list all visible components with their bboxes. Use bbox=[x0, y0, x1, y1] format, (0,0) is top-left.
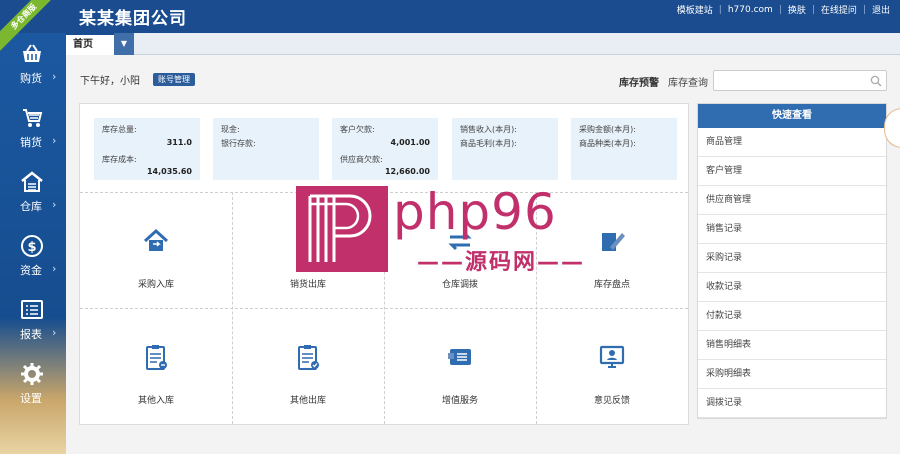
sidebar-item-reports[interactable]: 报表 › bbox=[0, 298, 66, 358]
edition-ribbon-wrapper: 多仓商版 bbox=[0, 0, 66, 66]
quick-link[interactable]: 客户管理 bbox=[698, 157, 886, 186]
chevron-right-icon: › bbox=[52, 70, 57, 83]
stat-value: 12,660.00 bbox=[384, 167, 430, 176]
svg-text:$: $ bbox=[27, 240, 36, 255]
stat-label: 销售收入(本月): bbox=[460, 125, 517, 134]
stat-label: 现金: bbox=[221, 125, 240, 134]
stat-label: 客户欠款: bbox=[340, 125, 375, 134]
tile-label: 采购入库 bbox=[137, 280, 174, 290]
chevron-right-icon: › bbox=[52, 198, 57, 211]
edition-ribbon: 多仓商版 bbox=[0, 0, 65, 58]
quick-link[interactable]: 采购明细表 bbox=[698, 360, 886, 389]
sidebar-item-sales[interactable]: 销货 › bbox=[0, 106, 66, 166]
stock-warning-link[interactable]: 库存预警 bbox=[619, 74, 659, 89]
stat-label: 供应商欠款: bbox=[340, 155, 383, 164]
tile-purchase-in[interactable]: 采购入库 bbox=[80, 193, 232, 309]
stock-query-label: 库存查询 bbox=[668, 78, 708, 89]
top-link-skin[interactable]: 换肤 bbox=[788, 3, 806, 16]
quick-link[interactable]: 付款记录 bbox=[698, 302, 886, 331]
dollar-icon: $ bbox=[21, 235, 43, 257]
feedback-icon bbox=[599, 345, 625, 368]
tile-value-added[interactable]: 增值服务 bbox=[384, 309, 536, 425]
tile-label: 其他出库 bbox=[289, 396, 326, 406]
quick-view-panel: 快速查看 商品管理 客户管理 供应商管理 销售记录 采购记录 收款记录 付款记录… bbox=[697, 103, 887, 419]
other-out-icon bbox=[298, 345, 319, 370]
account-manage-button[interactable]: 账号管理 bbox=[153, 73, 195, 86]
tile-label: 增值服务 bbox=[441, 396, 478, 406]
tile-label: 销货出库 bbox=[289, 280, 326, 290]
divider: | bbox=[862, 4, 866, 15]
sidebar-item-funds[interactable]: $ 资金 › bbox=[0, 234, 66, 294]
tile-label: 仓库调拨 bbox=[441, 280, 478, 290]
quick-link[interactable]: 采购记录 bbox=[698, 244, 886, 273]
value-added-icon bbox=[448, 349, 471, 365]
top-link-site[interactable]: h770.com bbox=[728, 5, 773, 15]
stat-label: 银行存款: bbox=[221, 139, 256, 148]
purchase-in-icon bbox=[143, 228, 169, 251]
stat-label: 库存成本: bbox=[102, 155, 137, 164]
watermark-text: php96 bbox=[393, 183, 557, 241]
tile-label: 库存盘点 bbox=[593, 280, 630, 290]
top-link-template[interactable]: 模板建站 bbox=[677, 3, 713, 16]
chevron-down-icon[interactable]: ▼ bbox=[114, 33, 134, 55]
report-icon bbox=[21, 300, 43, 319]
tile-other-out[interactable]: 其他出库 bbox=[232, 309, 384, 425]
quick-link[interactable]: 销售记录 bbox=[698, 215, 886, 244]
divider: | bbox=[718, 4, 722, 15]
stat-label: 库存总量: bbox=[102, 125, 137, 134]
chevron-right-icon: › bbox=[52, 134, 57, 147]
stat-label: 商品毛利(本月): bbox=[460, 139, 517, 148]
quick-link[interactable]: 收款记录 bbox=[698, 273, 886, 302]
watermark-logo-icon bbox=[308, 194, 372, 262]
divider: | bbox=[778, 4, 782, 15]
top-link-ask[interactable]: 在线提问 bbox=[821, 3, 857, 16]
stock-search-input[interactable] bbox=[713, 70, 887, 91]
gear-icon bbox=[21, 363, 43, 385]
chevron-right-icon: › bbox=[52, 262, 57, 275]
stat-card-sales: 销售收入(本月): 商品毛利(本月): bbox=[452, 118, 558, 180]
divider: | bbox=[811, 4, 815, 15]
quick-link[interactable]: 销售明细表 bbox=[698, 331, 886, 360]
stat-value: 14,035.60 bbox=[146, 167, 192, 176]
tile-label: 意见反馈 bbox=[593, 396, 630, 406]
top-links: 模板建站 | h770.com | 换肤 | 在线提问 | 退出 bbox=[677, 3, 890, 17]
greeting-text: 下午好，小阳 bbox=[80, 76, 140, 87]
sidebar-item-warehouse[interactable]: 仓库 › bbox=[0, 170, 66, 230]
tile-feedback[interactable]: 意见反馈 bbox=[536, 309, 688, 425]
quick-link[interactable]: 调拨记录 bbox=[698, 389, 886, 418]
quick-view-title: 快速查看 bbox=[698, 104, 886, 128]
quick-link[interactable]: 供应商管理 bbox=[698, 186, 886, 215]
stat-card-debts: 客户欠款: 4,001.00 供应商欠款: 12,660.00 bbox=[332, 118, 438, 180]
sidebar-item-settings[interactable]: 设置 bbox=[0, 362, 66, 422]
stat-label: 商品种类(本月): bbox=[579, 139, 636, 148]
watermark-subtitle: ——源码网—— bbox=[416, 250, 585, 275]
stat-value: 4,001.00 bbox=[390, 138, 430, 147]
sidebar-item-label: 设置 bbox=[20, 392, 42, 405]
top-link-logout[interactable]: 退出 bbox=[872, 3, 890, 16]
tab-home[interactable]: 首页 bbox=[66, 33, 114, 55]
search-icon[interactable] bbox=[870, 75, 882, 87]
cart-icon bbox=[23, 109, 43, 127]
warehouse-icon bbox=[21, 171, 43, 192]
other-in-icon bbox=[146, 345, 167, 370]
stat-card-inventory: 库存总量: 311.0 库存成本: 14,035.60 bbox=[94, 118, 200, 180]
stat-card-purchase: 采购金额(本月): 商品种类(本月): bbox=[571, 118, 677, 180]
chevron-right-icon: › bbox=[52, 326, 57, 339]
tile-other-in[interactable]: 其他入库 bbox=[80, 309, 232, 425]
stat-label: 采购金额(本月): bbox=[579, 125, 636, 134]
tile-label: 其他入库 bbox=[137, 396, 174, 406]
company-name: 某某集团公司 bbox=[79, 9, 187, 29]
tab-bar: 首页 ▼ bbox=[66, 33, 900, 55]
watermark-logo bbox=[296, 186, 388, 272]
stat-value: 311.0 bbox=[166, 138, 192, 147]
quick-link[interactable]: 商品管理 bbox=[698, 128, 886, 157]
top-bar: 某某集团公司 模板建站 | h770.com | 换肤 | 在线提问 | 退出 bbox=[0, 0, 900, 33]
stat-card-cash: 现金: 银行存款: bbox=[213, 118, 319, 180]
sidebar: 购货 › 销货 › 仓库 › $ 资金 › 报表 › 设置 bbox=[0, 0, 66, 454]
